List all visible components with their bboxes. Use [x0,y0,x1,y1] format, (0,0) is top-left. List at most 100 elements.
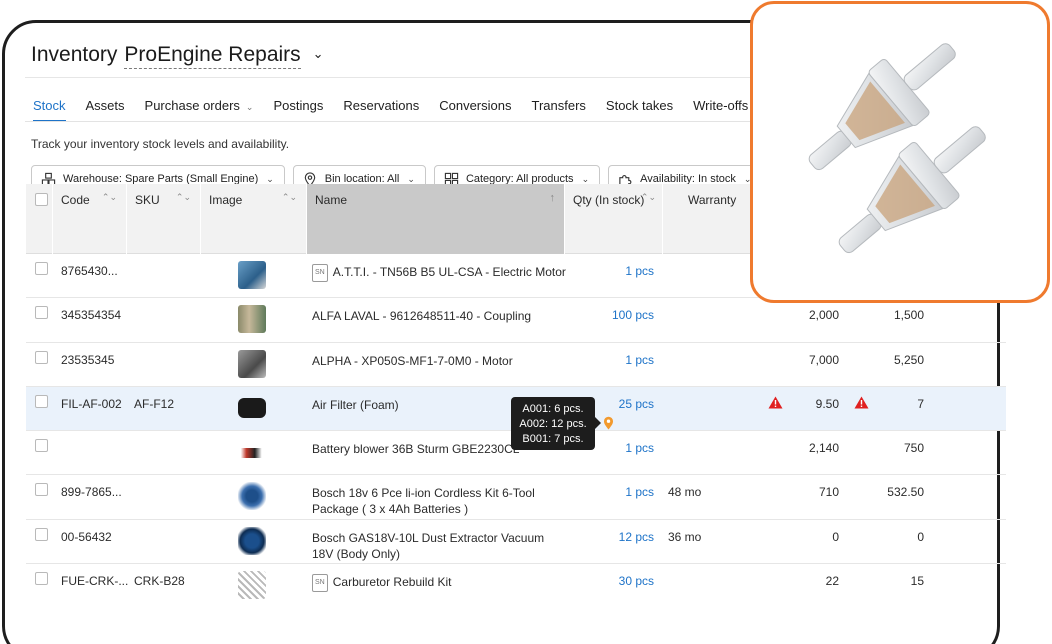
tab-purchase-orders[interactable]: Purchase orders ⌄ [135,93,264,122]
row-checkbox-cell [35,572,48,588]
tab-stock-takes[interactable]: Stock takes [596,93,683,122]
code-cell: 8765430... [61,264,118,278]
sort-icon: ⌃⌄ [640,192,656,202]
name-cell: ALPHA - XP050S-MF1-7-0M0 - Motor [312,353,513,368]
row-checkbox[interactable] [35,394,48,408]
sku-cell: CRK-B28 [134,574,185,589]
row-checkbox[interactable] [35,350,48,364]
product-image-preview [750,1,1050,303]
name-cell: Battery blower 36B Sturm GBE2230CL [312,442,520,457]
select-all-checkbox[interactable] [35,193,48,206]
row-checkbox[interactable] [35,527,48,541]
product-thumbnail [238,349,266,378]
product-thumbnail [238,526,266,555]
name-cell: Bosch 18v 6 Pce li-ion Cordless Kit 6-To… [312,486,535,517]
chevron-down-icon: ⌄ [245,102,254,112]
tab-stock[interactable]: Stock [23,93,76,122]
qty-link[interactable]: 1 pcs [566,264,654,278]
code-cell: FUE-CRK-... [61,574,129,589]
tab-reservations[interactable]: Reservations [333,93,429,122]
product-thumbnail [238,482,266,511]
chevron-down-icon: ⌄ [581,173,590,184]
select-all-cell [26,184,53,254]
fuel-filter-image [808,43,986,254]
qty-link[interactable]: 12 pcs [566,530,654,544]
price-cell: 710 [818,485,839,500]
table-row[interactable]: 899-7865... Bosch 18v 6 Pce li-ion Cordl… [26,475,1006,520]
column-warranty[interactable]: Warranty [663,184,753,254]
product-thumbnail [238,305,266,334]
tab-conversions[interactable]: Conversions [429,93,521,122]
product-thumbnail [238,397,266,418]
tab-write-offs[interactable]: Write-offs [683,93,758,122]
sort-ascending-icon: ↑ [549,192,556,204]
sort-icon: ⌃⌄ [281,192,297,202]
code-cell: 23535345 [61,352,115,367]
product-thumbnail [238,261,266,289]
tab-transfers[interactable]: Transfers [521,93,595,122]
cost-cell: 750 [903,441,924,456]
name-cell: ALFA LAVAL - 9612648511-40 - Coupling [312,309,532,324]
qty-link[interactable]: 30 pcs [566,574,654,588]
row-checkbox-cell [35,527,48,544]
table-row[interactable]: FUE-CRK-... CRK-B28 SN Carburetor Rebuild… [26,564,1006,608]
page-description: Track your inventory stock levels and av… [31,137,290,151]
cost-cell: 5,250 [893,352,924,367]
row-checkbox[interactable] [35,483,48,497]
name-cell: SN Carburetor Rebuild Kit [312,574,451,594]
column-sku[interactable]: SKU ⌃⌄ [127,184,201,254]
tab-bar: Stock Assets Purchase orders ⌄ Postings R… [23,93,758,122]
table-row[interactable]: 345354354 ALFA LAVAL - 9612648511-40 - C… [26,298,1006,343]
store-selector[interactable]: ProEngine Repairs [124,43,301,69]
column-name[interactable]: Name ↑ [307,184,565,254]
row-checkbox[interactable] [35,306,48,320]
row-checkbox-cell [35,350,48,367]
qty-link[interactable]: 1 pcs [566,485,654,499]
column-image[interactable]: Image ⌃⌄ [201,184,307,254]
product-thumbnail [238,571,266,600]
row-checkbox-cell [35,262,48,278]
cost-cell: 1,500 [893,308,924,323]
cost-cell: 15 [910,574,924,589]
row-checkbox-cell [35,394,48,411]
table-row[interactable]: 23535345 ALPHA - XP050S-MF1-7-0M0 - Moto… [26,343,1006,387]
tooltip-line: A001: 6 pcs. [522,403,584,415]
location-pin-icon[interactable] [603,416,614,430]
serial-badge: SN [312,264,328,282]
name-cell: SN A.T.T.I. - TN56B B5 UL-CSA - Electric … [312,264,566,284]
row-checkbox[interactable] [35,572,48,586]
row-checkbox[interactable] [35,439,48,453]
qty-link[interactable]: 100 pcs [566,308,654,322]
cost-cell: 7 [917,396,924,411]
chevron-down-icon: ⌄ [407,173,415,184]
cost-cell: 0 [917,529,924,544]
price-cell: 0 [832,529,839,544]
chevron-down-icon[interactable]: ⌄ [313,46,324,62]
row-checkbox-cell [35,439,48,455]
column-code[interactable]: Code ⌃⌄ [53,184,127,254]
price-cell: 2,000 [808,308,839,323]
price-cell: 7,000 [808,352,839,367]
sort-icon: ⌃⌄ [101,192,117,202]
code-cell: 345354354 [61,308,122,323]
name-cell: Air Filter (Foam) [312,397,399,412]
page-title: Inventory ProEngine Repairs ⌄ [31,43,324,69]
code-cell: 00-56432 [61,529,112,544]
column-qty[interactable]: Qty (In stock) ⌃⌄ [565,184,663,254]
tab-postings[interactable]: Postings [263,93,333,122]
warranty-cell: 36 mo [668,529,702,544]
tab-assets[interactable]: Assets [76,93,135,122]
serial-badge: SN [312,574,328,593]
title-prefix: Inventory [31,43,118,66]
product-thumbnail [238,448,266,459]
chevron-down-icon: ⌄ [266,173,274,184]
price-cell: 9.50 [815,396,839,411]
bin-stock-tooltip: A001: 6 pcs. A002: 12 pcs. B001: 7 pcs. [511,397,601,450]
row-checkbox-cell [35,483,48,499]
table-row[interactable]: 00-56432 Bosch GAS18V-10L Dust Extractor… [26,520,1006,565]
code-cell: 899-7865... [61,485,122,500]
cost-cell: 532.50 [887,485,924,500]
sort-icon: ⌃⌄ [175,192,191,202]
qty-link[interactable]: 1 pcs [566,353,654,367]
row-checkbox[interactable] [35,262,48,275]
